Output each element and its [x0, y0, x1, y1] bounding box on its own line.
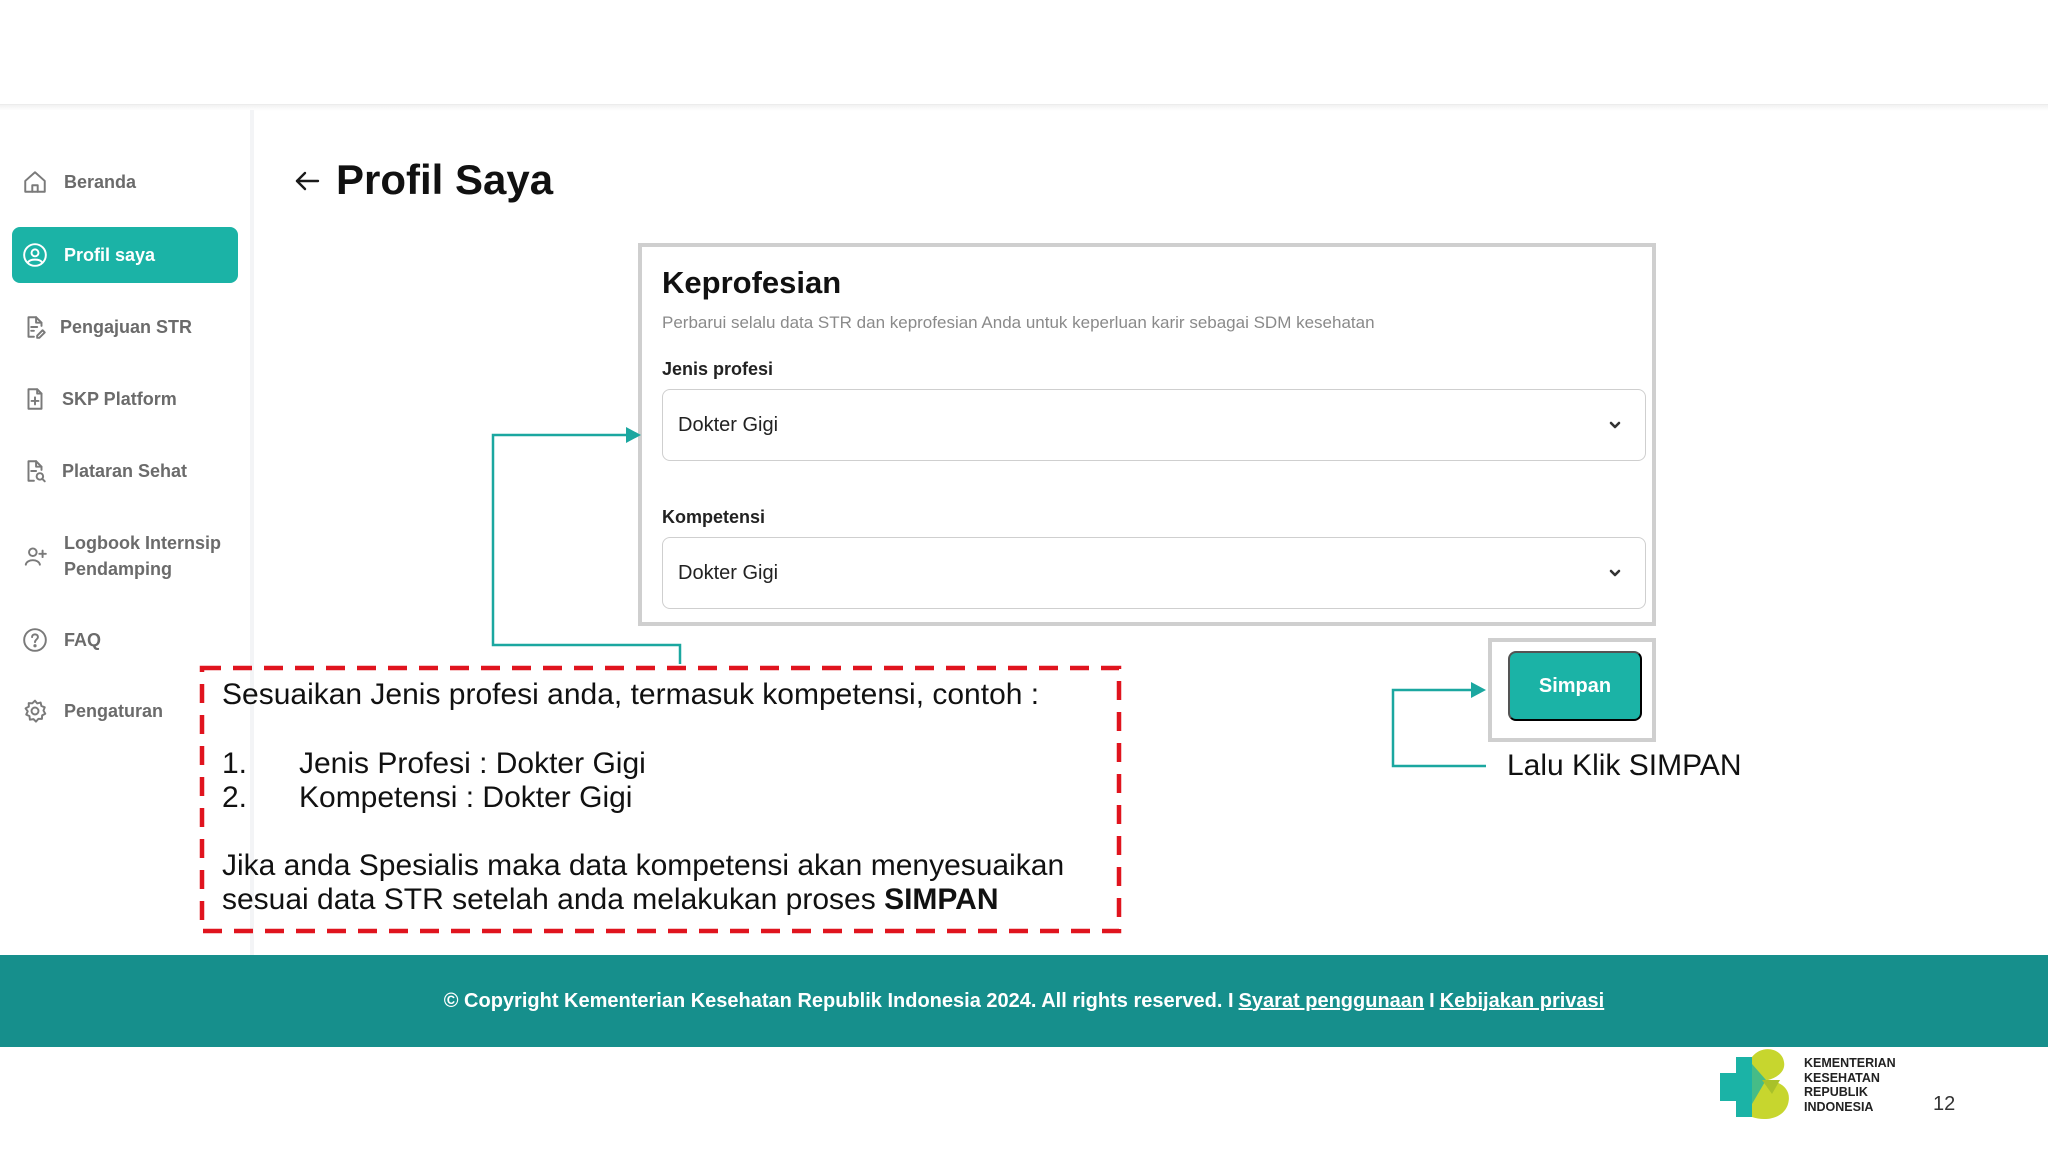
sidebar-item-plataran-sehat[interactable]: Plataran Sehat [12, 451, 238, 491]
annotation-item-text: Jenis Profesi : Dokter Gigi [299, 747, 646, 780]
logo-text-line: KEMENTERIAN [1804, 1056, 1896, 1070]
document-add-icon [22, 386, 48, 412]
user-circle-icon [22, 242, 48, 268]
sidebar-item-beranda[interactable]: Beranda [12, 162, 238, 202]
logo-text-line: REPUBLIK [1804, 1085, 1868, 1099]
kompetensi-label: Kompetensi [662, 507, 766, 527]
top-header [0, 0, 2048, 105]
annotation-intro: Sesuaikan Jenis profesi anda, termasuk k… [222, 678, 1040, 711]
annotation-item-text: Kompetensi : Dokter Gigi [299, 781, 633, 814]
sidebar-item-logbook-internsip[interactable]: Logbook Internsip Pendamping [12, 528, 238, 584]
footer: © Copyright Kementerian Kesehatan Republ… [0, 955, 2048, 1047]
jenis-profesi-label: Jenis profesi [662, 359, 774, 379]
home-icon [22, 169, 48, 195]
sidebar-item-pengajuan-str[interactable]: Pengajuan STR [12, 307, 238, 347]
kompetensi-select[interactable]: Dokter Gigi [662, 537, 1646, 609]
sidebar-item-label: FAQ [64, 629, 102, 650]
kemenkes-logo [1720, 1049, 1789, 1120]
gear-icon [22, 698, 48, 724]
simpan-hint: Lalu Klik SIMPAN [1507, 749, 1742, 782]
logo-text: KEMENTERIAN KESEHATAN REPUBLIK INDONESIA [1804, 1056, 1914, 1114]
document-search-icon [22, 458, 48, 484]
jenis-profesi-select[interactable]: Dokter Gigi [662, 389, 1646, 461]
annotation-note-text: sesuai data STR setelah anda melakukan p… [222, 883, 885, 916]
logo-text-line: INDONESIA [1804, 1099, 1874, 1114]
sidebar-item-label: Profil saya [64, 244, 156, 265]
sidebar-item-faq[interactable]: FAQ [12, 620, 238, 660]
sidebar-item-pengaturan[interactable]: Pengaturan [12, 691, 238, 731]
card-title: Keprofesian [662, 265, 842, 300]
sidebar-item-label: Plataran Sehat [62, 460, 188, 481]
footer-copyright: © Copyright Kementerian Kesehatan Republ… [443, 989, 1234, 1012]
annotation-item-number: 1. [222, 747, 248, 780]
kompetensi-value: Dokter Gigi [678, 561, 779, 584]
sidebar-item-label-line1: Logbook Internsip [64, 533, 221, 553]
sidebar: Beranda Profil saya Pengajuan STR SKP Pl… [0, 110, 254, 955]
help-circle-icon [22, 627, 48, 653]
chevron-down-icon [1607, 416, 1623, 432]
footer-separator: I [1429, 989, 1435, 1012]
simpan-button[interactable]: Simpan [1508, 651, 1642, 721]
annotation-item-number: 2. [222, 781, 248, 814]
back-arrow-icon[interactable] [292, 166, 322, 196]
annotation-note-line1: Jika anda Spesialis maka data kompetensi… [222, 849, 1065, 882]
logo-text-line: KESEHATAN [1804, 1070, 1880, 1085]
sidebar-item-label: Pengaturan [64, 700, 164, 721]
document-edit-icon [22, 314, 48, 340]
sidebar-item-label: Logbook Internsip Pendamping [64, 530, 221, 582]
user-add-icon [22, 543, 48, 569]
page-number: 12 [1933, 1093, 1956, 1115]
annotation-note-line2: sesuai data STR setelah anda melakukan p… [222, 883, 999, 917]
annotation-note-bold: SIMPAN [884, 883, 999, 916]
sidebar-item-profil-saya[interactable]: Profil saya [12, 227, 238, 283]
sidebar-item-label-line2: Pendamping [64, 559, 173, 579]
sidebar-item-skp-platform[interactable]: SKP Platform [12, 379, 238, 419]
sidebar-item-label: Pengajuan STR [60, 316, 193, 337]
chevron-down-icon [1607, 564, 1623, 580]
page-title: Profil Saya [336, 156, 554, 203]
sidebar-item-label: SKP Platform [62, 388, 177, 409]
sidebar-item-label: Beranda [64, 171, 137, 192]
card-subtitle: Perbarui selalu data STR dan keprofesian… [662, 313, 1375, 332]
privacy-link[interactable]: Kebijakan privasi [1440, 990, 1605, 1013]
header-shadow [0, 105, 2048, 111]
keprofesian-card: Keprofesian Perbarui selalu data STR dan… [638, 243, 1656, 626]
jenis-profesi-value: Dokter Gigi [678, 413, 779, 436]
terms-link[interactable]: Syarat penggunaan [1239, 990, 1425, 1013]
